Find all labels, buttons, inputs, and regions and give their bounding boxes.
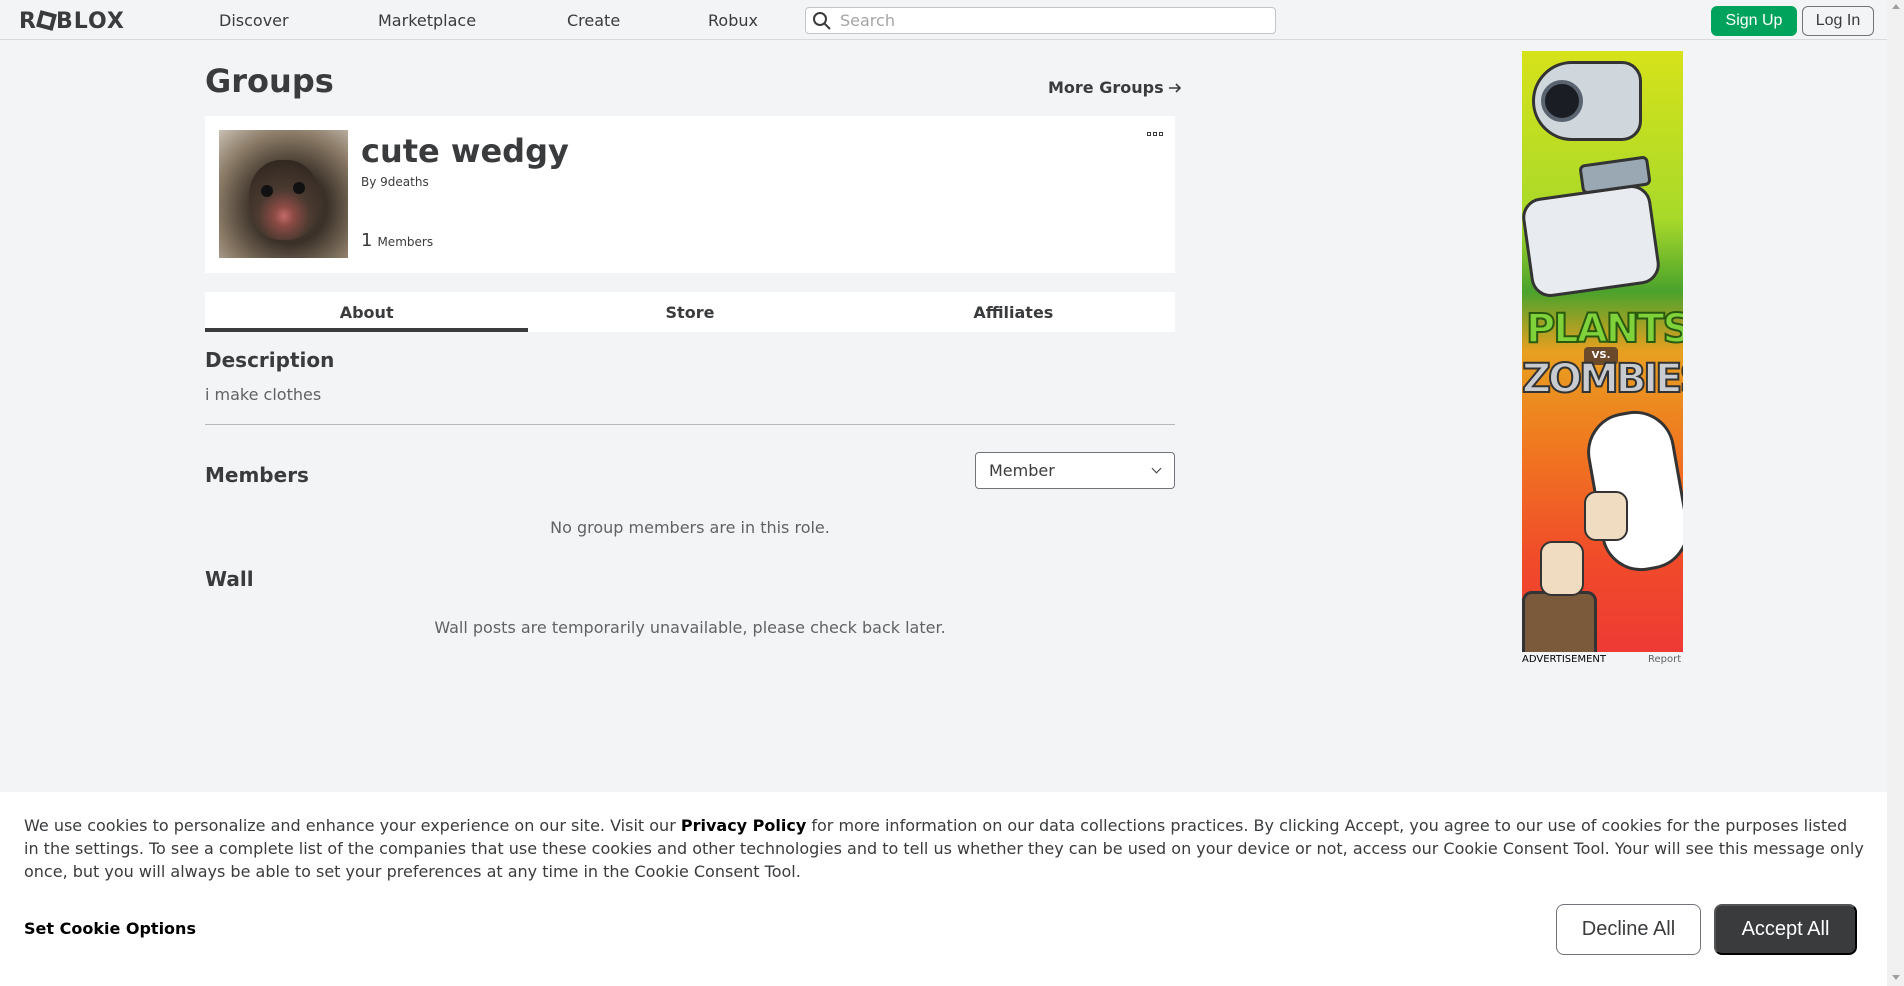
ad-barrel-art <box>1522 591 1597 652</box>
arrow-right-icon <box>1168 82 1181 93</box>
more-options-icon[interactable] <box>1147 132 1163 136</box>
description-heading: Description <box>205 348 335 372</box>
tab-store[interactable]: Store <box>528 292 851 332</box>
member-count-value: 1 <box>361 230 373 251</box>
advertisement-banner[interactable]: PLANTS VS. ZOMBIES <box>1522 51 1683 652</box>
scrollbar[interactable] <box>1887 0 1904 986</box>
nav-create[interactable]: Create <box>567 11 620 30</box>
owner-prefix: By <box>361 175 377 189</box>
tab-about[interactable]: About <box>205 292 529 332</box>
ad-title-plants: PLANTS <box>1525 305 1683 353</box>
tab-affiliates[interactable]: Affiliates <box>852 292 1175 332</box>
group-owner-line: By 9deaths <box>361 175 429 189</box>
ad-report-link[interactable]: Report <box>1648 654 1681 665</box>
sign-up-button[interactable]: Sign Up <box>1711 6 1797 36</box>
group-emblem-image <box>219 130 348 258</box>
roblox-logo[interactable]: R BLOX <box>19 9 125 34</box>
ad-car-art <box>1522 155 1663 300</box>
no-members-message: No group members are in this role. <box>550 518 830 537</box>
search-icon <box>813 11 831 30</box>
more-groups-link[interactable]: More Groups <box>1048 78 1182 97</box>
description-text: i make clothes <box>205 385 322 404</box>
accept-all-button[interactable]: Accept All <box>1714 904 1857 955</box>
page-title: Groups <box>205 62 334 100</box>
search-box <box>805 7 1276 34</box>
group-name: cute wedgy <box>361 132 569 170</box>
member-count-label: Members <box>377 235 434 249</box>
section-divider <box>205 424 1175 425</box>
ad-character-art <box>1584 491 1628 541</box>
cookie-text-part-1: We use cookies to personalize and enhanc… <box>24 816 681 835</box>
nav-robux[interactable]: Robux <box>708 11 758 30</box>
role-selected-value: Member <box>989 461 1055 480</box>
group-tabs: About Store Affiliates <box>205 292 1175 332</box>
members-heading: Members <box>205 463 309 487</box>
scroll-up-arrow-icon[interactable] <box>1892 4 1900 9</box>
nav-marketplace[interactable]: Marketplace <box>378 11 476 30</box>
nav-discover[interactable]: Discover <box>219 11 289 30</box>
decline-all-button[interactable]: Decline All <box>1556 904 1701 955</box>
cookie-consent-banner: We use cookies to personalize and enhanc… <box>0 792 1887 986</box>
group-header-card: cute wedgy By 9deaths 1 Members <box>205 116 1175 273</box>
ad-camera-art <box>1532 61 1642 141</box>
privacy-policy-link[interactable]: Privacy Policy <box>681 816 806 835</box>
role-dropdown[interactable]: Member <box>975 452 1175 489</box>
ad-title-zombies: ZOMBIES <box>1522 355 1683 403</box>
member-count: 1 Members <box>361 230 433 251</box>
advertisement-label: ADVERTISEMENT <box>1522 654 1607 665</box>
log-in-button[interactable]: Log In <box>1802 6 1874 36</box>
wall-heading: Wall <box>205 567 254 591</box>
owner-link[interactable]: 9deaths <box>380 175 429 189</box>
search-input[interactable] <box>840 11 1260 30</box>
scroll-down-arrow-icon[interactable] <box>1892 975 1900 980</box>
cookie-message: We use cookies to personalize and enhanc… <box>24 814 1864 883</box>
chevron-down-icon <box>1151 463 1162 474</box>
more-groups-label: More Groups <box>1048 78 1164 97</box>
ad-character-art-2 <box>1540 541 1584 596</box>
top-nav-bar: R BLOX Discover Marketplace Create Robux … <box>0 0 1887 40</box>
set-cookie-options-link[interactable]: Set Cookie Options <box>24 919 196 938</box>
wall-unavailable-message: Wall posts are temporarily unavailable, … <box>434 618 946 637</box>
